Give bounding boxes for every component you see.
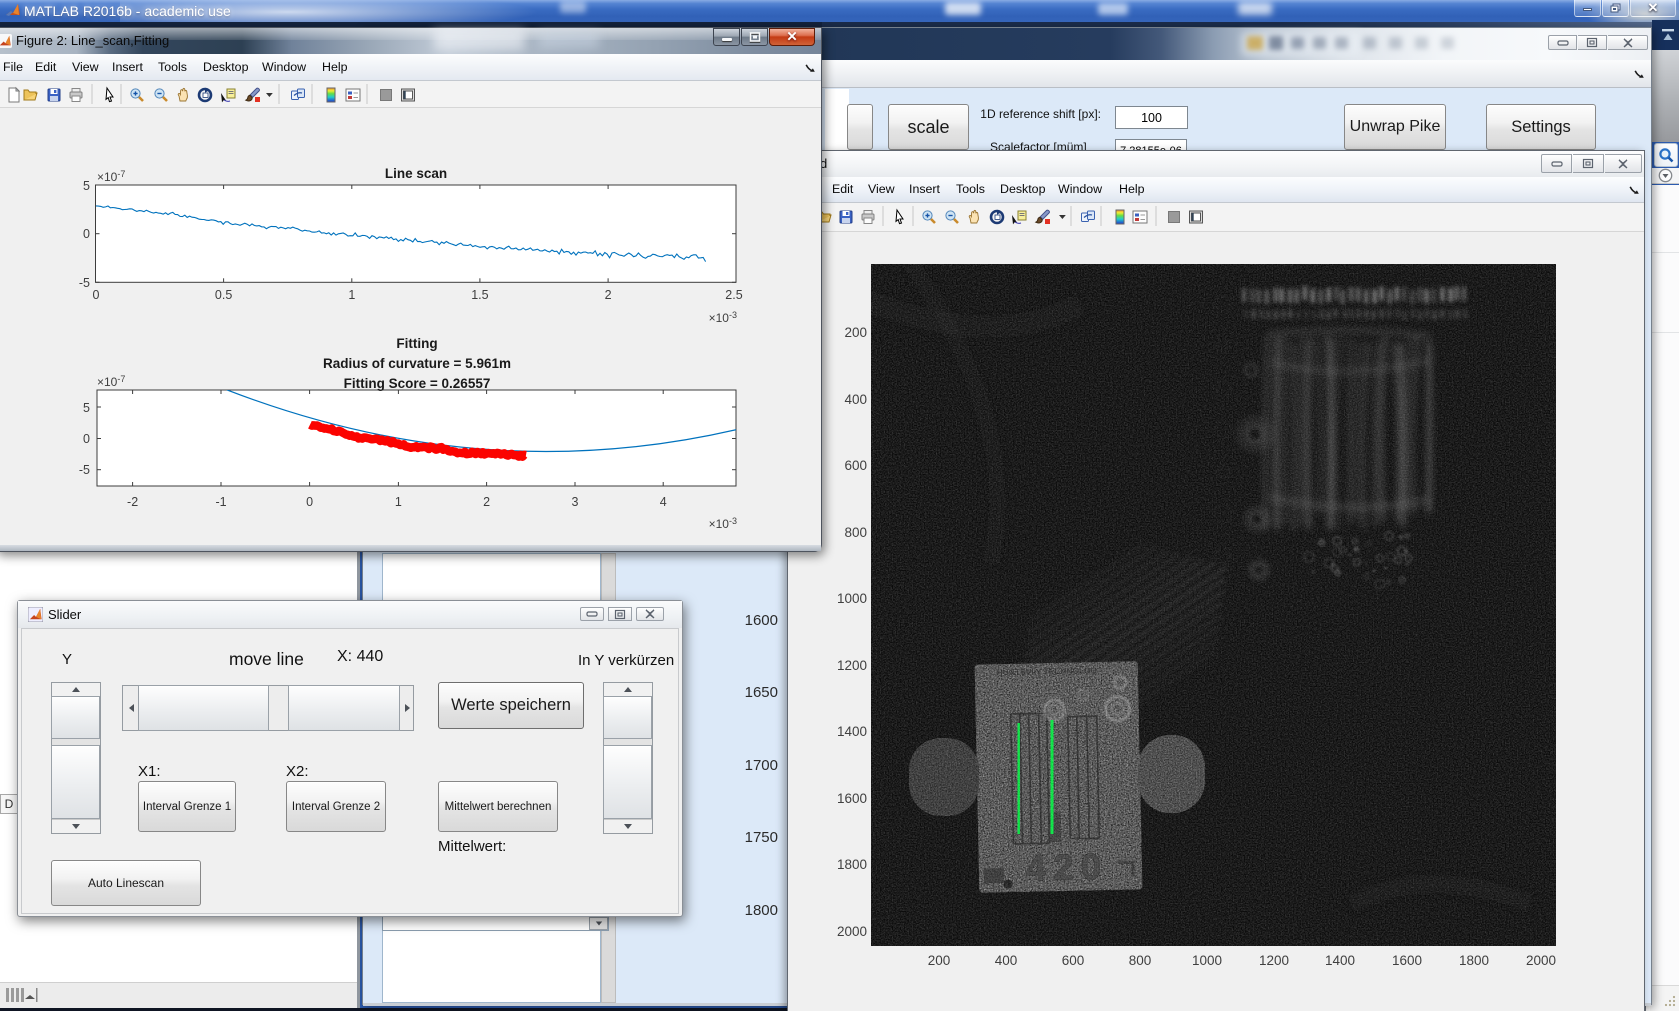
svg-text:×10-7: ×10-7 bbox=[97, 169, 125, 184]
svg-text:4: 4 bbox=[660, 495, 667, 509]
svg-text:0.5: 0.5 bbox=[215, 288, 232, 302]
svg-text:Fitting Score = 0.26557: Fitting Score = 0.26557 bbox=[344, 376, 491, 391]
svg-text:-5: -5 bbox=[79, 463, 90, 477]
svg-text:-1: -1 bbox=[215, 495, 226, 509]
svg-text:0: 0 bbox=[306, 495, 313, 509]
svg-text:5: 5 bbox=[83, 401, 90, 415]
svg-text:2: 2 bbox=[605, 288, 612, 302]
svg-text:2.5: 2.5 bbox=[725, 288, 742, 302]
svg-text:5: 5 bbox=[83, 179, 90, 193]
svg-text:×10-3: ×10-3 bbox=[709, 310, 737, 325]
svg-text:×10-7: ×10-7 bbox=[97, 374, 125, 389]
svg-text:-2: -2 bbox=[127, 495, 138, 509]
svg-text:-5: -5 bbox=[79, 276, 90, 290]
svg-text:3: 3 bbox=[572, 495, 579, 509]
svg-text:Line scan: Line scan bbox=[385, 166, 447, 181]
svg-text:1.5: 1.5 bbox=[471, 288, 488, 302]
svg-text:2: 2 bbox=[483, 495, 490, 509]
svg-text:0: 0 bbox=[83, 227, 90, 241]
svg-text:1: 1 bbox=[348, 288, 355, 302]
svg-text:×10-3: ×10-3 bbox=[709, 516, 737, 531]
svg-text:0: 0 bbox=[83, 432, 90, 446]
svg-text:1: 1 bbox=[395, 495, 402, 509]
svg-text:Fitting: Fitting bbox=[396, 336, 437, 351]
svg-text:Radius of curvature = 5.961m: Radius of curvature = 5.961m bbox=[323, 356, 511, 371]
svg-text:0: 0 bbox=[93, 288, 100, 302]
